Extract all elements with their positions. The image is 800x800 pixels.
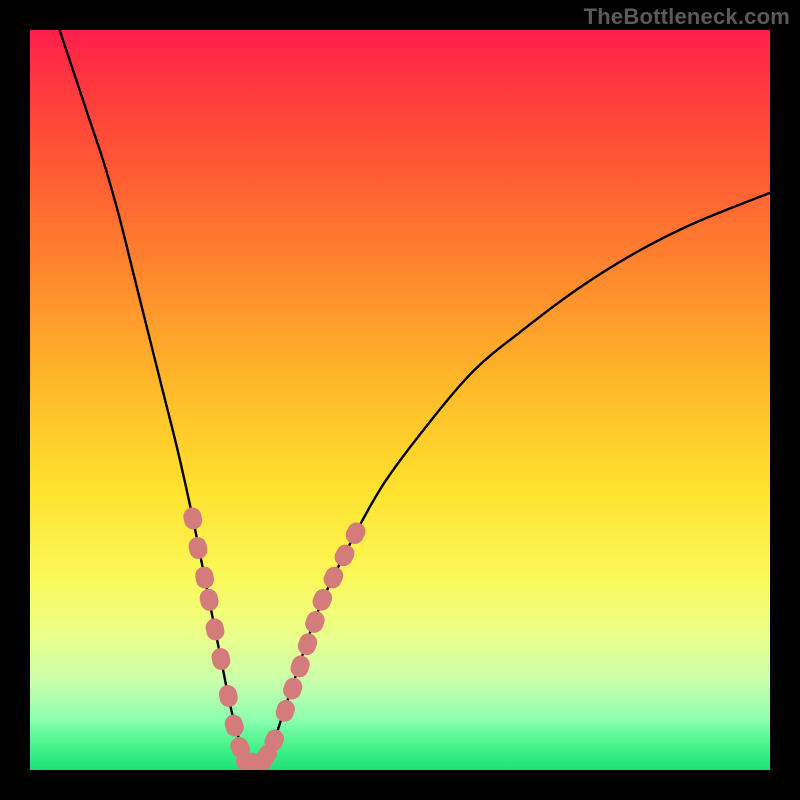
marker-point: [204, 617, 226, 642]
chart-svg: [30, 30, 770, 770]
bottleneck-curve: [60, 30, 770, 764]
chart-frame: TheBottleneck.com: [0, 0, 800, 800]
marker-point: [342, 519, 368, 547]
marker-point: [187, 535, 209, 560]
marker-point: [288, 653, 312, 680]
chart-plot-area: [30, 30, 770, 770]
marker-point: [303, 609, 327, 636]
marker-point: [182, 506, 204, 531]
marker-point: [310, 586, 336, 614]
marker-point: [331, 541, 357, 569]
marker-point: [295, 631, 319, 658]
marker-point: [194, 565, 216, 590]
marker-point: [321, 564, 347, 592]
watermark-text: TheBottleneck.com: [584, 4, 790, 30]
marker-point: [223, 713, 246, 739]
marker-point: [281, 675, 305, 702]
marker-point: [198, 587, 220, 612]
marker-point: [210, 646, 232, 671]
marker-point: [273, 698, 297, 725]
highlight-markers: [182, 506, 369, 770]
marker-point: [217, 683, 239, 708]
